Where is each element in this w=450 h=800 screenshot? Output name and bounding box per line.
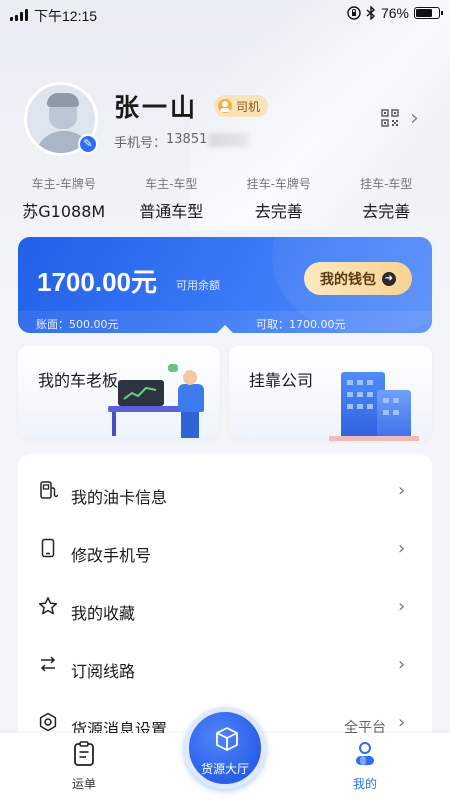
vehicle-value[interactable]: 去完善	[225, 198, 333, 222]
package-icon	[216, 727, 238, 751]
chevron-right-icon: ›	[398, 596, 406, 617]
withdrawable-balance: 可取：1700.00元	[256, 318, 346, 331]
arrow-right-icon: ➜	[382, 271, 396, 286]
phone-icon	[41, 538, 55, 558]
wallet-card: 1700.00元 可用余额 我的钱包 ➜ 账面：500.00元 可取：1700.…	[18, 237, 432, 333]
star-icon	[38, 597, 58, 615]
rotation-lock-icon	[347, 6, 361, 20]
wallet-notch	[217, 325, 233, 333]
menu-item-change-phone[interactable]: 修改手机号 ›	[18, 518, 432, 576]
battery-percent: 76%	[380, 5, 409, 21]
affiliated-company-card[interactable]: 挂靠公司	[229, 346, 432, 441]
menu-item-subscribe-routes[interactable]: 订阅线路 ›	[18, 634, 432, 692]
vehicle-label: 挂车-车型	[360, 177, 413, 191]
book-balance: 账面：500.00元	[36, 318, 119, 331]
vehicle-value: 苏G1088M	[22, 202, 106, 221]
chevron-right-icon: ›	[398, 538, 406, 559]
menu-item-fuel-card[interactable]: 我的油卡信息 ›	[18, 460, 432, 518]
my-boss-title: 我的车老板	[38, 371, 119, 390]
fuel-card-icon	[40, 481, 58, 499]
settings-icon	[39, 712, 57, 732]
cargo-hall-label: 货源大厅	[200, 762, 249, 776]
route-icon	[40, 656, 56, 672]
menu-label: 我的油卡信息	[71, 488, 168, 507]
vehicle-label: 车主-车牌号	[31, 177, 96, 191]
user-icon	[356, 742, 374, 765]
qr-code-icon[interactable]	[381, 109, 399, 127]
chevron-right-icon: ›	[398, 654, 406, 675]
chevron-right-icon: ›	[398, 712, 406, 733]
my-boss-card[interactable]: 我的车老板	[18, 346, 220, 441]
my-wallet-button[interactable]: 我的钱包 ➜	[304, 262, 412, 295]
phone-row: 手机号： 13851	[114, 132, 250, 151]
wallet-amount: 1700.00元	[37, 267, 157, 297]
battery-icon	[414, 7, 443, 19]
vehicle-info: 车主-车牌号 苏G1088M 车主-车型 普通车型 挂车-车牌号 去完善 挂车-…	[10, 175, 441, 222]
vehicle-value[interactable]: 去完善	[333, 198, 441, 222]
cargo-hall-button[interactable]: 货源大厅	[184, 707, 266, 789]
nav-waybill[interactable]: 运单	[49, 741, 119, 792]
nav-waybill-label: 运单	[71, 777, 96, 791]
status-right: 76%	[347, 5, 443, 21]
trailer-plate[interactable]: 挂车-车牌号 去完善	[225, 175, 333, 222]
menu-label: 修改手机号	[71, 546, 152, 565]
vehicle-value: 普通车型	[139, 202, 204, 221]
edit-avatar-icon[interactable]: ✎	[78, 134, 98, 154]
nav-mine-label: 我的	[352, 777, 377, 791]
settings-menu: 我的油卡信息 › 修改手机号 › 我的收藏 › 订阅线路 › 货源消息设置 全平…	[18, 454, 432, 744]
menu-label: 我的收藏	[71, 604, 136, 623]
phone-label: 手机号：	[114, 136, 167, 151]
bluetooth-icon	[366, 6, 375, 20]
affiliated-company-title: 挂靠公司	[249, 371, 314, 390]
phone-masked	[209, 133, 250, 147]
clipboard-icon	[74, 741, 94, 766]
signal-icon	[10, 9, 28, 21]
my-wallet-label: 我的钱包	[320, 271, 376, 288]
vehicle-label: 车主-车型	[145, 177, 198, 191]
role-label: 司机	[236, 99, 261, 114]
menu-label: 订阅线路	[71, 662, 136, 681]
driver-icon	[218, 99, 232, 113]
user-name: 张一山	[114, 93, 199, 122]
role-badge: 司机	[214, 95, 269, 117]
menu-item-favorites[interactable]: 我的收藏 ›	[18, 576, 432, 634]
chevron-right-icon: ›	[398, 480, 406, 501]
profile-chevron-icon[interactable]: ›	[410, 106, 419, 131]
status-time: 下午12:15	[34, 8, 98, 24]
vehicle-owner-plate: 车主-车牌号 苏G1088M	[10, 175, 118, 221]
phone-number: 13851	[166, 132, 208, 147]
status-bar: 下午12:15 76%	[0, 0, 450, 30]
trailer-type[interactable]: 挂车-车型 去完善	[333, 175, 441, 222]
wallet-amount-label: 可用余额	[176, 279, 220, 292]
nav-mine[interactable]: 我的	[330, 741, 400, 792]
vehicle-label: 挂车-车牌号	[246, 177, 311, 191]
vehicle-owner-type: 车主-车型 普通车型	[118, 175, 226, 221]
